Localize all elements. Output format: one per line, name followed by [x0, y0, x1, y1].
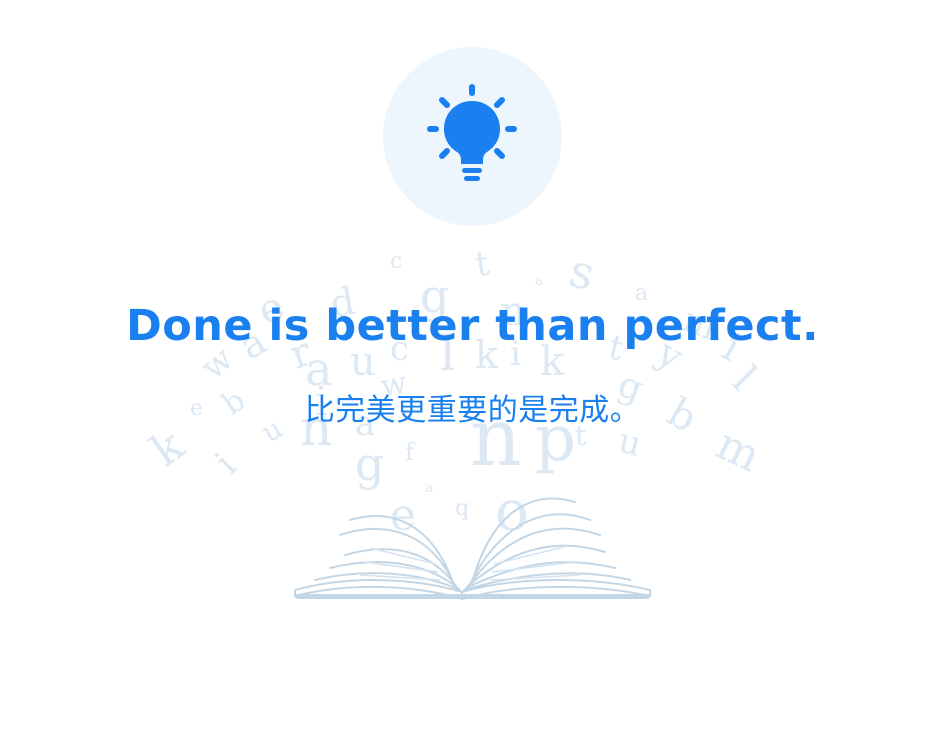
lightbulb-badge: [383, 47, 562, 226]
quote-english: Done is better than perfect.: [126, 301, 819, 351]
svg-text:c: c: [390, 249, 402, 274]
lightbulb-icon: [427, 84, 517, 181]
svg-text:f: f: [405, 438, 416, 466]
open-book-illustration: [294, 497, 651, 600]
svg-text:a: a: [535, 273, 543, 289]
svg-text:t: t: [473, 244, 492, 286]
quote-chinese: 比完美更重要的是完成。: [304, 393, 641, 428]
svg-text:s: s: [564, 243, 601, 301]
svg-text:i: i: [207, 445, 244, 482]
